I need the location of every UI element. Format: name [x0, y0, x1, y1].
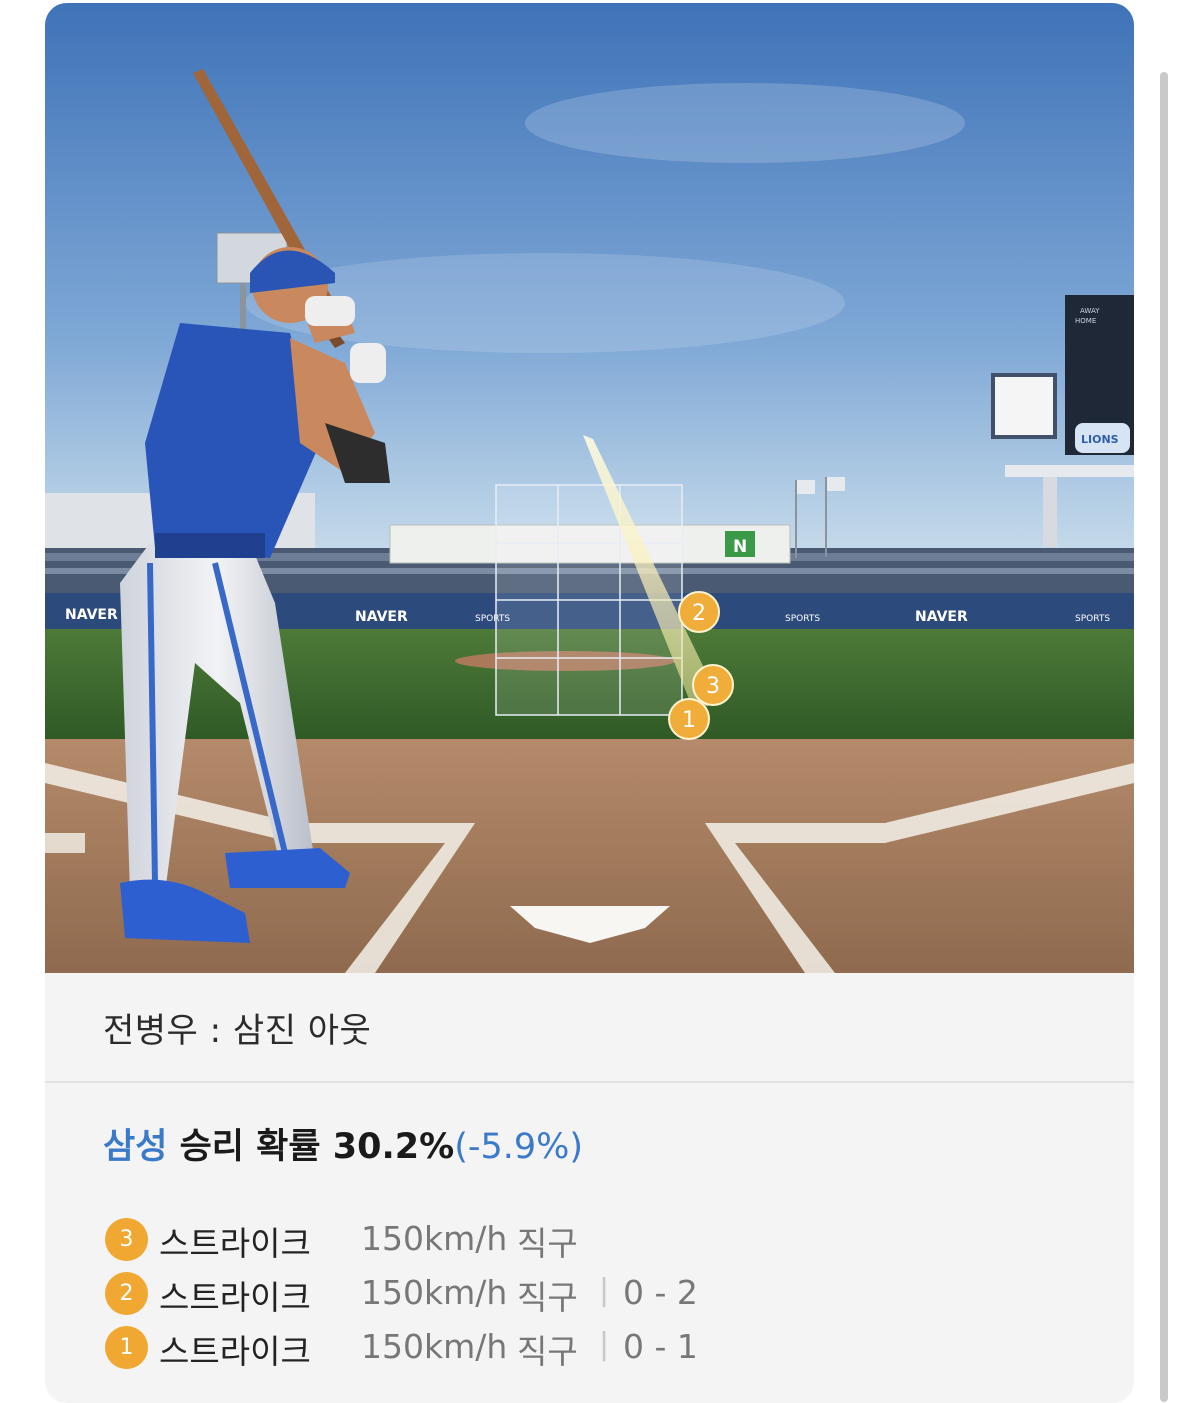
pitch-number-badge: 3 [105, 1218, 148, 1261]
green-sign: N [725, 531, 755, 557]
svg-text:3: 3 [706, 674, 720, 699]
stadium-scene: AWAY HOME LIONS N NAVER NAVER NAVER SPOR… [45, 3, 1134, 973]
svg-text:N: N [733, 537, 747, 557]
ad-sports-2: SPORTS [785, 614, 820, 624]
pitch-row-1: 1 스트라이크 150km/h 직구 | 0 - 1 [103, 1317, 1003, 1371]
pitch-visualization: AWAY HOME LIONS N NAVER NAVER NAVER SPOR… [45, 3, 1134, 973]
pitch-type: 직구 [517, 1278, 578, 1317]
win-probability-delta: (-5.9%) [454, 1127, 584, 1167]
win-probability-label: 승리 확률 30.2% [167, 1127, 455, 1167]
pitch-by-pitch-card: AWAY HOME LIONS N NAVER NAVER NAVER SPOR… [45, 3, 1134, 1403]
page-scrollbar[interactable] [1160, 72, 1168, 1402]
pitch-result: 스트라이크 [159, 1278, 311, 1317]
pitch-number-badge: 2 [105, 1272, 148, 1315]
svg-text:HOME: HOME [1075, 317, 1096, 325]
ad-naver-left: NAVER [65, 607, 118, 623]
pitch-type: 직구 [517, 1332, 578, 1371]
pitch-type: 직구 [517, 1224, 578, 1263]
play-result: 전병우 : 삼진 아웃 [45, 973, 1134, 1083]
svg-text:1: 1 [682, 708, 696, 733]
pitch-result: 스트라이크 [159, 1332, 311, 1371]
pitch-count: 0 - 1 [623, 1327, 698, 1366]
pitch-marker-1: 1 [668, 698, 710, 740]
play-result-text: 전병우 : 삼진 아웃 [103, 1011, 372, 1051]
pitch-number-badge: 1 [105, 1326, 148, 1369]
ad-naver-right: NAVER [915, 609, 968, 625]
pitch-row-3: 3 스트라이크 150km/h 직구 [103, 1209, 1003, 1263]
svg-text:2: 2 [692, 601, 706, 626]
pitch-list: 3 스트라이크 150km/h 직구 2 스트라이크 150km/h 직구 | … [103, 1209, 1003, 1371]
pitch-marker-3: 3 [692, 664, 734, 706]
ad-naver-center: NAVER [355, 609, 408, 625]
win-probability-team: 삼성 [103, 1127, 168, 1167]
pitch-speed: 150km/h [361, 1273, 508, 1312]
lions-logo: LIONS [1081, 433, 1119, 446]
pitch-row-2: 2 스트라이크 150km/h 직구 | 0 - 2 [103, 1263, 1003, 1317]
win-probability: 삼성 승리 확률 30.2%(-5.9%) [103, 1118, 583, 1169]
pitch-count: 0 - 2 [623, 1273, 698, 1312]
ad-sports-3: SPORTS [1075, 614, 1110, 624]
pitch-speed: 150km/h [361, 1219, 508, 1258]
svg-text:AWAY: AWAY [1080, 307, 1100, 315]
pitch-separator: | [599, 1273, 610, 1308]
pitch-separator: | [599, 1327, 610, 1362]
pitch-marker-2: 2 [678, 591, 720, 633]
pitch-result: 스트라이크 [159, 1224, 311, 1263]
pitch-speed: 150km/h [361, 1327, 508, 1366]
